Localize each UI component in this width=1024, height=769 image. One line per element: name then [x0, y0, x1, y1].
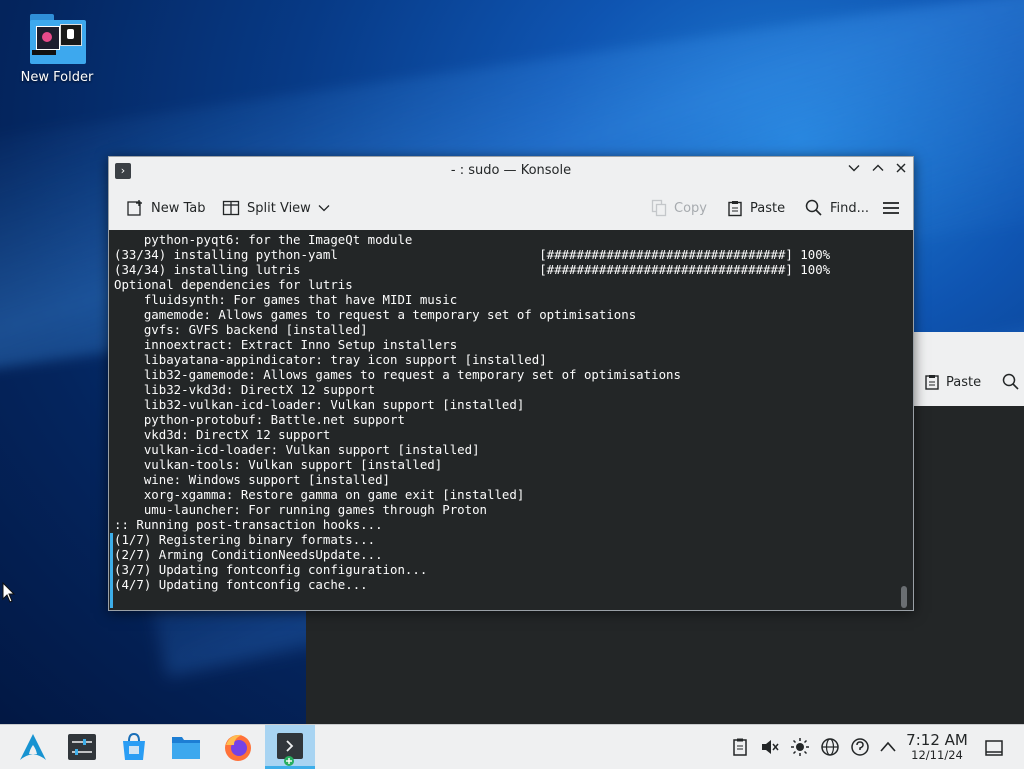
folder-icon — [28, 12, 86, 64]
file-manager-button[interactable] — [170, 731, 202, 763]
terminal-line: innoextract: Extract Inno Setup installe… — [114, 337, 458, 352]
find-label: Find... — [830, 200, 870, 216]
chevron-down-icon[interactable] — [318, 202, 330, 215]
close-icon — [896, 163, 906, 173]
terminal-output[interactable]: python-pyqt6: for the ImageQt module (33/… — [109, 230, 913, 610]
minimize-button[interactable] — [845, 161, 863, 179]
firefox-button[interactable] — [222, 731, 254, 763]
terminal-line: (1/7) Registering binary formats... — [114, 532, 376, 547]
search-icon — [805, 199, 822, 216]
terminal-line: fluidsynth: For games that have MIDI mus… — [114, 292, 458, 307]
clock-time: 7:12 AM — [906, 731, 968, 749]
background-paste-button[interactable]: Paste — [924, 374, 981, 390]
split-view-icon — [222, 200, 240, 216]
clock[interactable]: 7:12 AM 12/11/24 — [900, 732, 974, 762]
new-tab-button[interactable]: New Tab — [126, 197, 206, 219]
volume-muted-icon[interactable] — [760, 737, 780, 757]
terminal-line: (4/7) Updating fontconfig cache... — [114, 577, 368, 592]
terminal-line: :: Running post-transaction hooks... — [114, 517, 383, 532]
find-button[interactable]: Find... — [805, 197, 869, 219]
terminal-line: python-pyqt6: for the ImageQt module — [114, 232, 413, 247]
terminal-line: Optional dependencies for lutris — [114, 277, 353, 292]
terminal-scrollbar[interactable] — [901, 586, 907, 608]
terminal-line: vulkan-icd-loader: Vulkan support [insta… — [114, 442, 480, 457]
terminal-line: lib32-gamemode: Allows games to request … — [114, 367, 681, 382]
close-button[interactable] — [892, 161, 910, 179]
clock-date: 12/11/24 — [911, 748, 963, 762]
window-titlebar[interactable]: › - : sudo — Konsole — [109, 157, 913, 185]
terminal-line: python-protobuf: Battle.net support — [114, 412, 405, 427]
show-desktop-icon[interactable] — [984, 738, 1004, 758]
clipboard-icon — [925, 375, 939, 390]
copy-label: Copy — [674, 200, 707, 216]
clipboard-icon — [728, 200, 742, 216]
terminal-line: (33/34) installing python-yaml [########… — [114, 247, 831, 262]
folder-icon — [172, 737, 200, 759]
mouse-pointer-icon — [2, 582, 16, 603]
terminal-line: lib32-vkd3d: DirectX 12 support — [114, 382, 376, 397]
konsole-toolbar: New Tab Split View Copy Paste Find... — [109, 187, 913, 229]
new-tab-icon — [127, 200, 142, 216]
desktop-icon-label: New Folder — [20, 70, 94, 85]
copy-icon — [651, 199, 667, 217]
shopping-bag-icon — [123, 732, 145, 760]
terminal-line: lib32-vulkan-icd-loader: Vulkan support … — [114, 397, 525, 412]
window-title: - : sudo — Konsole — [450, 163, 572, 178]
terminal-line: vulkan-tools: Vulkan support [installed] — [114, 457, 443, 472]
updates-icon[interactable] — [850, 737, 870, 757]
chevron-up-icon[interactable] — [878, 737, 898, 757]
new-tab-label: New Tab — [151, 200, 206, 216]
firefox-icon — [225, 734, 251, 761]
chevron-up-icon — [872, 164, 884, 171]
taskbar: 7:12 AM 12/11/24 — [0, 724, 1024, 769]
app-launcher-button[interactable] — [17, 731, 49, 763]
konsole-window[interactable]: › - : sudo — Konsole New Tab Split View … — [108, 156, 914, 611]
terminal-line: vkd3d: DirectX 12 support — [114, 427, 331, 442]
search-icon[interactable] — [1002, 373, 1020, 391]
split-view-button[interactable]: Split View — [222, 197, 330, 219]
paste-label: Paste — [750, 200, 786, 216]
hamburger-menu-button[interactable] — [882, 197, 900, 219]
arch-logo-icon — [20, 734, 46, 760]
terminal-line: xorg-xgamma: Restore gamma on game exit … — [114, 487, 525, 502]
discover-button[interactable] — [118, 731, 150, 763]
konsole-taskbar-button-active[interactable] — [265, 725, 315, 769]
terminal-line: (34/34) installing lutris [#############… — [114, 262, 831, 277]
system-settings-button[interactable] — [66, 731, 98, 763]
chevron-down-icon — [848, 165, 860, 172]
terminal-line: wine: Windows support [installed] — [114, 472, 391, 487]
terminal-line: (3/7) Updating fontconfig configuration.… — [114, 562, 428, 577]
terminal-text: python-pyqt6: for the ImageQt module (33/… — [114, 232, 904, 592]
settings-icon — [68, 734, 96, 760]
background-paste-label: Paste — [946, 374, 982, 390]
terminal-line: libayatana-appindicator: tray icon suppo… — [114, 352, 547, 367]
paste-button[interactable]: Paste — [727, 197, 785, 219]
add-badge-icon — [284, 756, 294, 766]
terminal-line: gvfs: GVFS backend [installed] — [114, 322, 368, 337]
desktop-icon-new-folder[interactable]: New Folder — [14, 12, 100, 85]
selection-marker — [110, 533, 113, 608]
terminal-line: (2/7) Arming ConditionNeedsUpdate... — [114, 547, 383, 562]
brightness-icon[interactable] — [790, 737, 810, 757]
hamburger-menu-icon — [883, 202, 899, 214]
network-icon[interactable] — [820, 737, 840, 757]
maximize-button[interactable] — [869, 161, 887, 179]
terminal-line: umu-launcher: For running games through … — [114, 502, 487, 517]
copy-button[interactable]: Copy — [651, 197, 707, 219]
clipboard-tray-icon[interactable] — [730, 737, 750, 757]
terminal-line: gamemode: Allows games to request a temp… — [114, 307, 637, 322]
split-view-label: Split View — [247, 200, 311, 216]
